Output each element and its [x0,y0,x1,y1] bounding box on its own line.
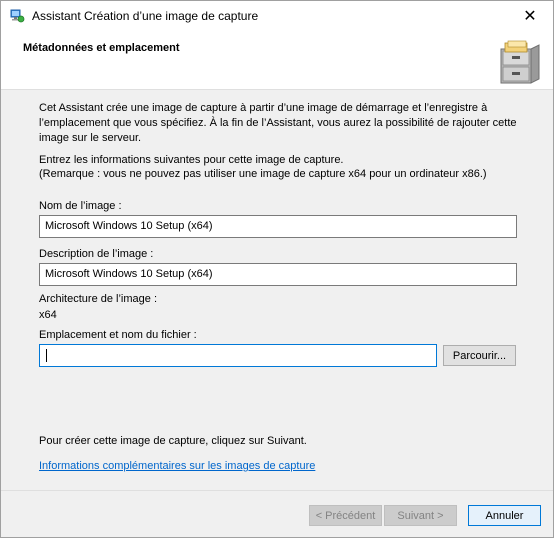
window-title: Assistant Création d’une image de captur… [32,9,259,23]
next-button[interactable]: Suivant > [384,505,457,526]
location-input[interactable] [39,344,437,367]
image-description-input[interactable]: Microsoft Windows 10 Setup (x64) [39,263,517,286]
browse-button[interactable]: Parcourir... [443,345,516,366]
close-button[interactable]: ✕ [507,1,553,31]
cancel-button[interactable]: Annuler [468,505,541,526]
page-title: Métadonnées et emplacement [23,42,180,54]
footer-divider [1,490,553,491]
image-name-input[interactable]: Microsoft Windows 10 Setup (x64) [39,215,517,238]
wizard-app-icon [10,9,25,23]
intro-text: Cet Assistant crée une image de capture … [39,102,517,144]
wizard-header: Métadonnées et emplacement [1,31,553,90]
instructions-line-1: Entrez les informations suivantes pour c… [39,154,344,166]
text-caret [46,349,47,362]
file-cabinet-icon [500,40,540,84]
instructions-line-2: (Remarque : vous ne pouvez pas utiliser … [39,168,487,180]
image-name-label: Nom de l’image : [39,200,122,212]
title-bar: Assistant Création d’une image de captur… [1,1,553,31]
architecture-value: x64 [39,309,57,321]
image-description-label: Description de l’image : [39,248,154,260]
close-icon: ✕ [523,8,537,25]
next-hint-text: Pour créer cette image de capture, cliqu… [39,435,307,447]
wizard-window: Assistant Création d’une image de captur… [0,0,554,538]
location-label: Emplacement et nom du fichier : [39,329,197,341]
architecture-label: Architecture de l’image : [39,293,157,305]
more-info-link[interactable]: Informations complémentaires sur les ima… [39,460,315,472]
previous-button[interactable]: < Précédent [309,505,382,526]
